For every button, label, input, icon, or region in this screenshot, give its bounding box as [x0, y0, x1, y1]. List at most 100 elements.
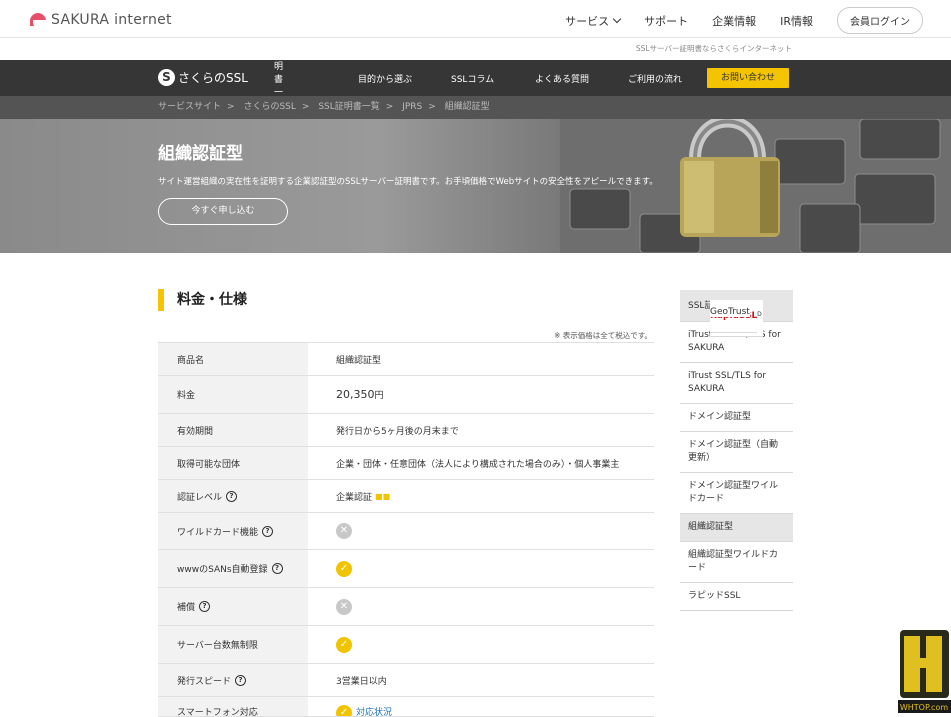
section-title: 料金・仕様 — [158, 289, 247, 311]
nav-ir[interactable]: IR情報 — [780, 13, 813, 29]
table-row: 発行スピード? 3営業日以内 — [158, 664, 654, 697]
spec-key: 商品名 — [158, 343, 308, 375]
table-row: 有効期間 発行日から5ヶ月後の月末まで — [158, 414, 654, 447]
spec-value: ✓ 対応状況 — [308, 697, 654, 716]
table-row: wwwのSANs自動登録? ✓ — [158, 550, 654, 588]
hero-banner: 組織認証型 サイト運営組織の実在性を証明する企業認証型のSSLサーバー証明書です… — [0, 119, 951, 253]
spec-key: 取得可能な団体 — [158, 447, 308, 479]
spec-table: 商品名 組織認証型 料金 20,350 円 有効期間 発行日から5ヶ月後の月末まで… — [158, 342, 654, 717]
table-row: サーバー台数無制限 ✓ — [158, 626, 654, 664]
watermark-text: WHTOP.com — [900, 703, 949, 712]
geotrust-text: GeoTrust — [710, 307, 750, 317]
contact-button[interactable]: お問い合わせ — [707, 68, 789, 88]
sidebar-item[interactable]: ドメイン認証型 — [680, 404, 793, 432]
spec-value: 企業・団体・任意団体（法人により構成された場合のみ）・個人事業主 — [336, 459, 620, 470]
spec-value: ✕ — [308, 513, 654, 549]
help-icon[interactable]: ? — [271, 563, 283, 574]
spec-key: サーバー台数無制限 — [158, 626, 308, 663]
brand-name: SAKURA internet — [51, 12, 172, 28]
tagline: SSLサーバー証明書ならさくらインターネット — [635, 44, 792, 53]
sakura-ssl-logo[interactable]: S さくらのSSL — [158, 69, 248, 86]
check-icon: ✓ — [336, 560, 352, 577]
table-row: 料金 20,350 円 — [158, 376, 654, 414]
help-icon[interactable]: ? — [262, 525, 274, 537]
sidebar-item[interactable]: 組織認証型ワイルドカード — [680, 542, 793, 583]
chevron-down-icon — [612, 14, 622, 23]
price-amount: 20,350 — [336, 388, 375, 401]
breadcrumb: サービスサイト > さくらのSSL > SSL証明書一覧 > JPRS > 組織認証型 — [0, 96, 951, 119]
nav-company[interactable]: 企業情報 — [712, 13, 756, 29]
padlock-icon: ■■ — [375, 491, 391, 501]
spec-key-with-help: 補償? — [158, 588, 308, 625]
spec-key-with-help: ワイルドカード機能? — [158, 513, 308, 549]
main-nav: S さくらのSSL 証明書一覧 目的から選ぶ SSLコラム よくある質問 ご利用… — [0, 49, 951, 111]
ssl-s-icon: S — [158, 69, 175, 86]
check-icon: ✓ — [336, 705, 352, 716]
spec-key-label: wwwのSANs自動登録 — [177, 565, 268, 575]
nav-support[interactable]: サポート — [644, 13, 688, 29]
apply-now-button[interactable]: 今すぐ申し込む — [158, 198, 288, 225]
unavailable-icon: ✕ — [336, 523, 352, 539]
sidebar-item[interactable]: ラピッドSSL — [680, 583, 793, 611]
login-button[interactable]: 会員ログイン — [837, 7, 923, 34]
spec-value: ✓ — [308, 626, 654, 663]
table-row: ワイルドカード機能? ✕ — [158, 513, 654, 550]
spec-key-label: 発行スピード — [177, 676, 232, 687]
nav-flow[interactable]: ご利用の流れ — [628, 72, 682, 85]
breadcrumb-item[interactable]: さくらのSSL — [243, 102, 295, 112]
spec-value: ✕ — [308, 588, 654, 625]
page-title: 組織認証型 — [158, 144, 243, 164]
table-row: 認証レベル? 企業認証 ■■ — [158, 480, 654, 513]
help-icon[interactable]: ? — [226, 490, 238, 502]
spec-key-with-help: 認証レベル? — [158, 480, 308, 512]
breadcrumb-item[interactable]: サービスサイト — [158, 102, 221, 112]
ssl-logo-text: さくらのSSL — [178, 71, 248, 85]
breadcrumb-item[interactable]: SSL証明書一覧 — [318, 102, 379, 112]
nav-faq[interactable]: よくある質問 — [535, 72, 589, 85]
price-unit: 円 — [374, 391, 384, 401]
spec-value-label: 企業認証 — [336, 492, 373, 503]
sidebar-item-current[interactable]: 組織認証型 — [680, 514, 793, 542]
check-icon: ✓ — [336, 636, 352, 653]
compat-link[interactable]: 対応状況 — [356, 705, 392, 716]
tax-note: ※ 表示価格は全て税込です。 — [554, 331, 652, 340]
spec-key-label: 補償 — [177, 603, 196, 613]
help-icon[interactable]: ? — [235, 674, 247, 686]
unavailable-icon: ✕ — [336, 598, 352, 615]
spec-key: スマートフォン対応 — [158, 697, 308, 716]
spec-key-with-help: wwwのSANs自動登録? — [158, 550, 308, 587]
nav-services-label: サービス — [565, 14, 610, 28]
top-bar: SAKURA internet サービス サポート 企業情報 IR情報 会員ログ… — [0, 0, 951, 38]
top-nav: サービス サポート 企業情報 IR情報 会員ログイン — [565, 7, 923, 34]
spec-value: 企業認証 ■■ — [308, 480, 654, 512]
spec-key-with-help: 発行スピード? — [158, 664, 308, 696]
spec-value: 発行日から5ヶ月後の月末まで — [336, 426, 459, 437]
sakura-logo-icon — [30, 13, 48, 29]
whtop-watermark: WHTOP.com — [898, 630, 951, 713]
hero-description: サイト運営組織の実在性を証明する企業認証型のSSLサーバー証明書です。お手頃価格… — [158, 177, 658, 187]
spec-value: 組織認証型 — [336, 355, 382, 366]
sakura-logo[interactable]: SAKURA internet — [30, 10, 172, 30]
help-icon[interactable]: ? — [199, 601, 211, 612]
breadcrumb-current: 組織認証型 — [444, 102, 490, 112]
breadcrumb-item[interactable]: JPRS — [402, 102, 422, 112]
table-row: スマートフォン対応 ✓ 対応状況 — [158, 697, 654, 717]
sidebar-item[interactable]: ドメイン認証型（自動更新） — [680, 432, 793, 473]
spec-value: 3営業日以内 — [336, 676, 387, 687]
sidebar-item[interactable]: iTrust SSL/TLS for SAKURA — [680, 363, 793, 404]
nav-by-purpose[interactable]: 目的から選ぶ — [358, 72, 412, 85]
table-row: 取得可能な団体 企業・団体・任意団体（法人により構成された場合のみ）・個人事業主 — [158, 447, 654, 480]
spec-key: 有効期間 — [158, 414, 308, 446]
spec-value: ✓ — [308, 550, 654, 587]
nav-ssl-column[interactable]: SSLコラム — [451, 72, 494, 85]
table-row: 商品名 組織認証型 — [158, 343, 654, 376]
nav-services[interactable]: サービス — [565, 13, 622, 29]
price-value: 20,350 円 — [308, 376, 654, 413]
sidebar-item[interactable]: ドメイン認証型ワイルドカード — [680, 473, 793, 514]
table-row: 補償? ✕ — [158, 588, 654, 626]
spec-key-label: ワイルドカード機能 — [177, 527, 259, 538]
spec-key: 料金 — [158, 376, 308, 413]
sidebar: SSL証明書一覧 ◔cybertrust iTrust EV SSL/TLS f… — [680, 290, 793, 611]
spec-key-label: 認証レベル — [177, 492, 223, 503]
geotrust-logo: GeoTrust — [710, 300, 750, 317]
